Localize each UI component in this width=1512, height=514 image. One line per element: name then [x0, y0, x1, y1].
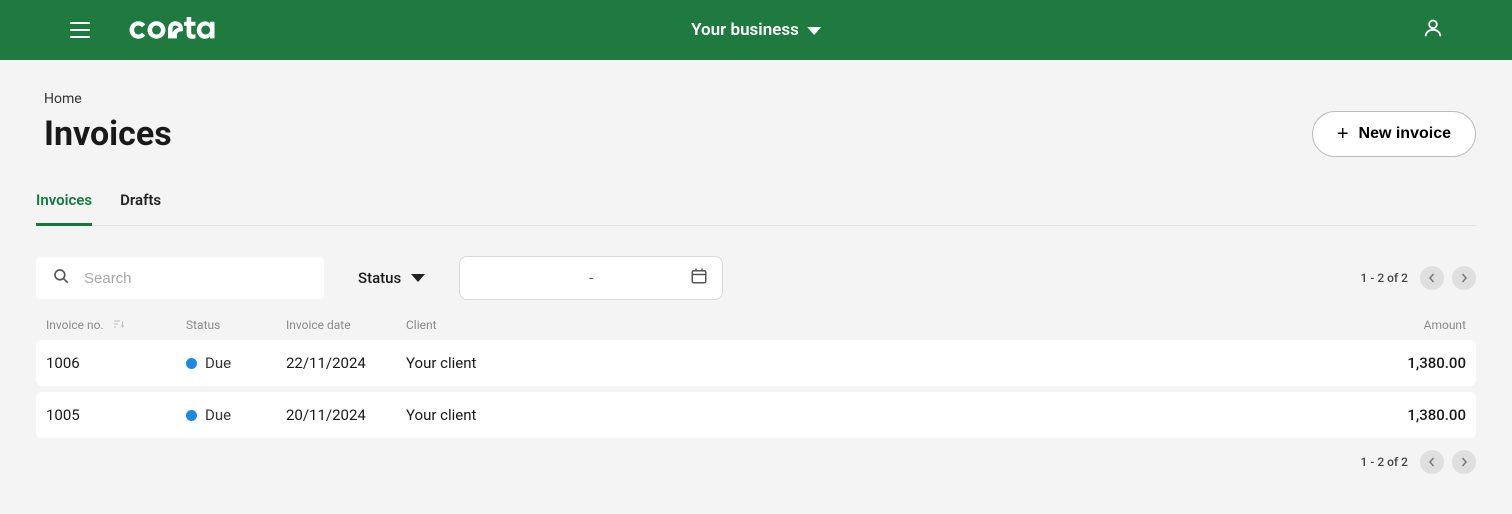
cell-client: Your client — [406, 406, 1326, 424]
cell-invoice-no: 1006 — [46, 354, 186, 372]
caret-down-icon — [807, 27, 821, 35]
pager-next-button[interactable] — [1452, 450, 1476, 474]
status-filter-label: Status — [358, 269, 401, 287]
topnav: Your business — [0, 0, 1512, 60]
col-status[interactable]: Status — [186, 318, 286, 332]
table-row[interactable]: 1005 Due 20/11/2024 Your client 1,380.00 — [36, 392, 1476, 438]
tab-invoices[interactable]: Invoices — [36, 191, 92, 226]
user-icon[interactable] — [1422, 17, 1444, 43]
breadcrumb-home[interactable]: Home — [44, 91, 82, 107]
col-invoice-date[interactable]: Invoice date — [286, 318, 406, 332]
pager-text: 1 - 2 of 2 — [1360, 271, 1408, 285]
sort-icon — [113, 318, 125, 332]
col-amount[interactable]: Amount — [1326, 318, 1466, 332]
new-invoice-label: New invoice — [1359, 125, 1451, 143]
pager-top: 1 - 2 of 2 — [1360, 266, 1476, 290]
cell-status: Due — [186, 406, 286, 424]
cell-amount: 1,380.00 — [1326, 354, 1466, 372]
page-content: Home Invoices + New invoice Invoices Dra… — [0, 60, 1512, 514]
logo[interactable] — [128, 17, 231, 43]
table-header: Invoice no. Status Invoice date Client A… — [36, 318, 1476, 340]
status-dot-icon — [186, 410, 197, 421]
date-filter[interactable]: - — [459, 256, 723, 300]
new-invoice-button[interactable]: + New invoice — [1312, 111, 1476, 157]
cell-amount: 1,380.00 — [1326, 406, 1466, 424]
search-wrap — [36, 257, 324, 299]
tab-drafts[interactable]: Drafts — [120, 191, 161, 226]
menu-icon[interactable] — [70, 22, 90, 38]
calendar-icon — [690, 267, 708, 289]
search-icon — [52, 267, 70, 289]
date-filter-value: - — [589, 269, 593, 287]
cell-status: Due — [186, 354, 286, 372]
pager-prev-button[interactable] — [1420, 450, 1444, 474]
tabs: Invoices Drafts — [36, 191, 1476, 226]
cell-invoice-no: 1005 — [46, 406, 186, 424]
pager-next-button[interactable] — [1452, 266, 1476, 290]
plus-icon: + — [1337, 124, 1349, 144]
search-input[interactable] — [82, 269, 308, 288]
status-dot-icon — [186, 358, 197, 369]
business-label: Your business — [691, 20, 799, 40]
business-switcher[interactable]: Your business — [691, 20, 821, 40]
col-invoice-no[interactable]: Invoice no. — [46, 318, 186, 332]
filter-row: Status - 1 - 2 of 2 — [36, 256, 1476, 300]
cell-date: 20/11/2024 — [286, 406, 406, 424]
col-client[interactable]: Client — [406, 318, 1326, 332]
cell-client: Your client — [406, 354, 1326, 372]
caret-down-icon — [411, 274, 425, 282]
cell-date: 22/11/2024 — [286, 354, 406, 372]
page-title: Invoices — [44, 114, 172, 154]
status-filter[interactable]: Status — [348, 269, 435, 287]
pager-text: 1 - 2 of 2 — [1360, 455, 1408, 469]
table-row[interactable]: 1006 Due 22/11/2024 Your client 1,380.00 — [36, 340, 1476, 386]
pager-prev-button[interactable] — [1420, 266, 1444, 290]
pager-bottom: 1 - 2 of 2 — [1360, 450, 1476, 474]
